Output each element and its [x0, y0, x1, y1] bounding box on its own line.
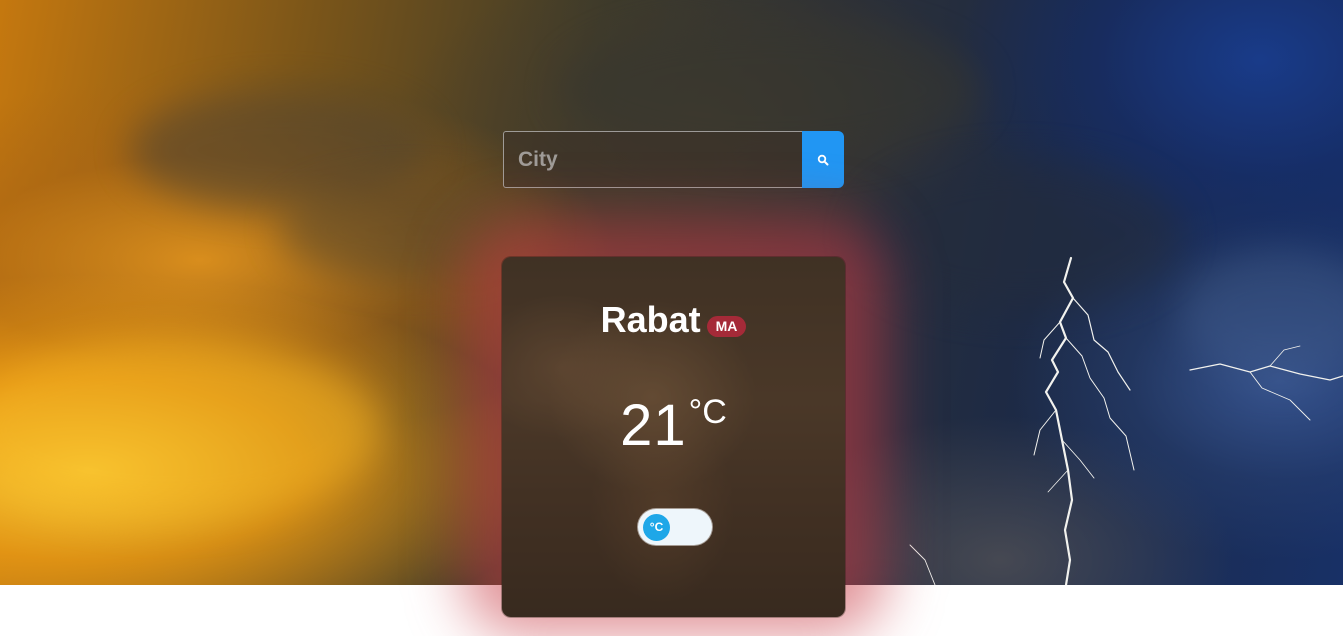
- search-button[interactable]: [802, 131, 844, 188]
- city-name: Rabat: [600, 299, 701, 340]
- temperature-value: 21: [620, 393, 687, 458]
- city-search-input[interactable]: [503, 131, 802, 188]
- location-row: Rabat MA: [502, 299, 845, 341]
- unit-toggle[interactable]: °C: [638, 509, 712, 545]
- toggle-knob: °C: [643, 514, 670, 541]
- country-badge: MA: [706, 316, 747, 337]
- temperature-unit: °C: [688, 393, 727, 431]
- weather-card: Rabat MA 21°C °C: [502, 257, 845, 617]
- temperature-display: 21°C: [502, 392, 845, 459]
- search-icon: [817, 154, 829, 165]
- search-bar: [503, 131, 844, 188]
